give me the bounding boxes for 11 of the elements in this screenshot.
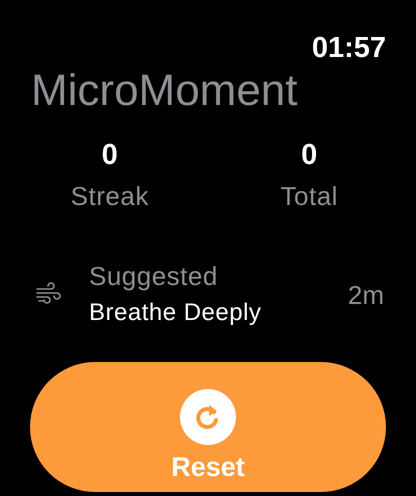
duration-label: 2m [348,280,384,310]
suggestion-name: Breathe Deeply [89,298,262,328]
clock-time: 01:57 [312,31,386,66]
stat-value: 0 [301,138,318,172]
stat-label: Total [280,180,338,212]
suggestion-heading: Suggested [89,260,219,292]
reset-icon [179,388,237,446]
stat-label: Streak [70,180,149,212]
reset-button[interactable]: Reset [30,362,386,492]
stat-value: 0 [102,138,118,172]
app-title: MicroMoment [31,66,298,116]
